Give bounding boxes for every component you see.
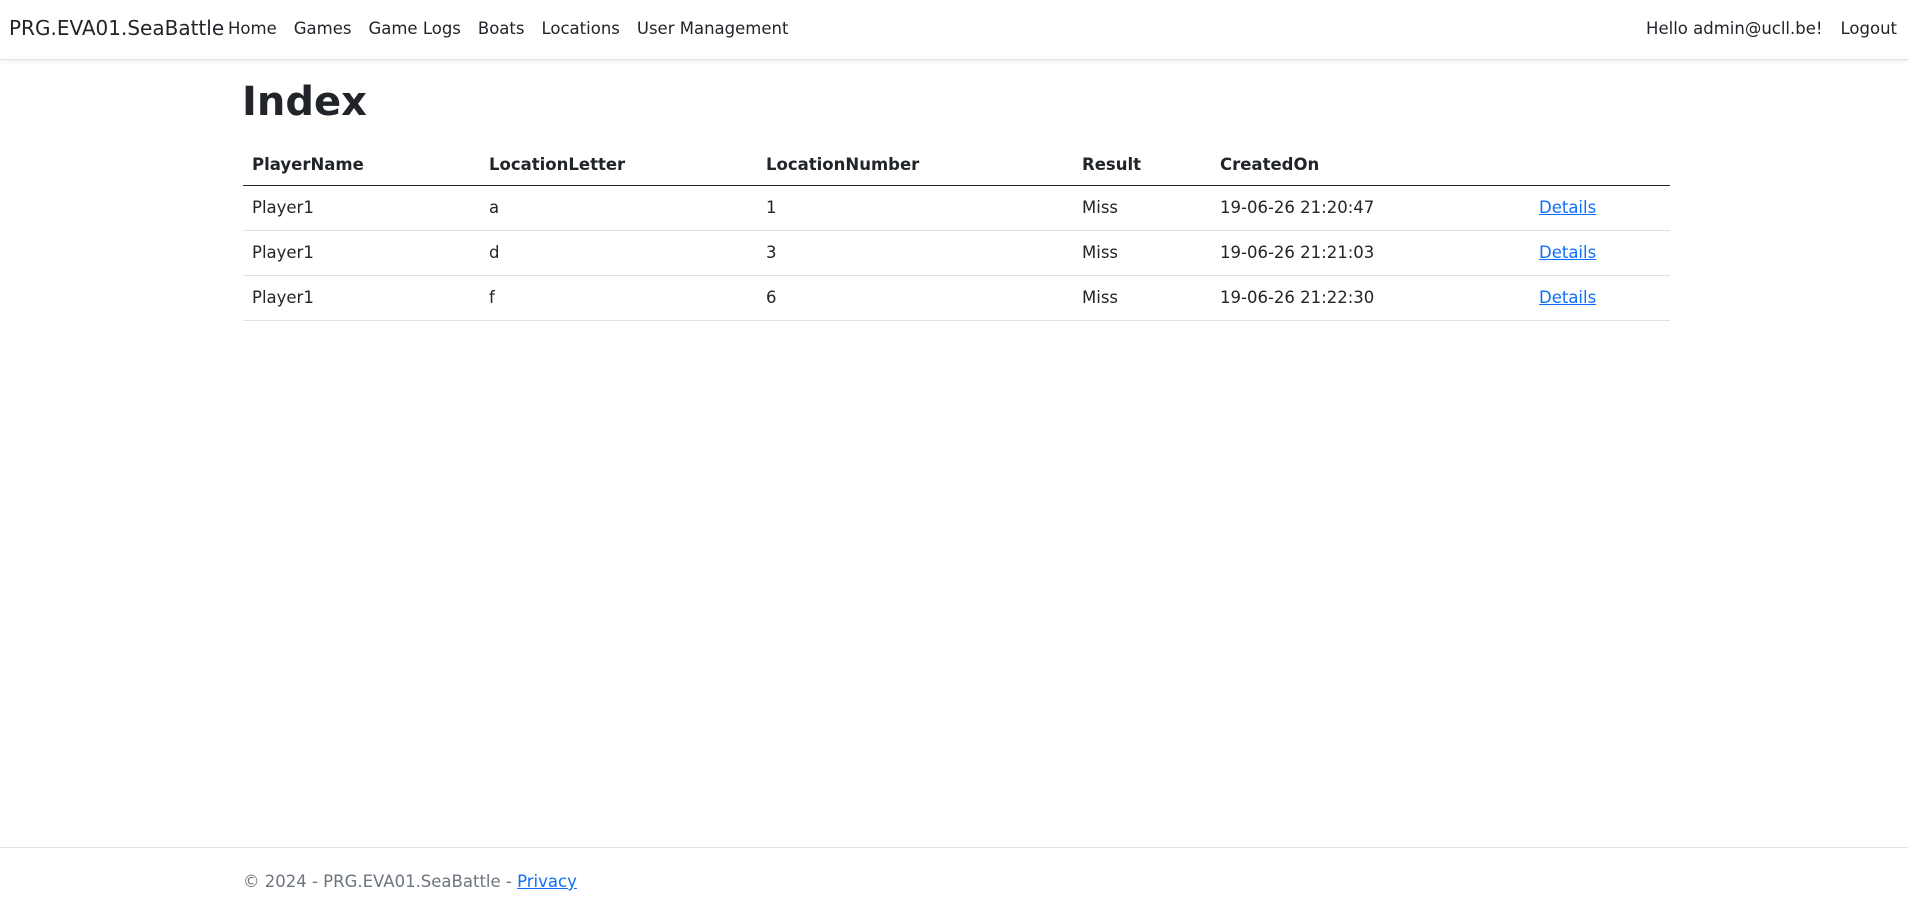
nav-game-logs[interactable]: Game Logs (368, 19, 460, 38)
nav-games[interactable]: Games (294, 19, 352, 38)
cell-result: Miss (1073, 230, 1211, 276)
details-link[interactable]: Details (1539, 198, 1596, 217)
main-nav: Home Games Game Logs Boats Locations Use… (228, 19, 805, 38)
cell-created-on: 19-06-26 21:22:30 (1211, 275, 1530, 321)
cell-location-letter: a (480, 185, 757, 231)
header-location-letter: LocationLetter (480, 145, 757, 186)
cell-player-name: Player1 (243, 185, 480, 231)
cell-location-number: 3 (757, 230, 1073, 276)
top-navbar: PRG.EVA01.SeaBattle Home Games Game Logs… (0, 0, 1908, 60)
nav-user-management[interactable]: User Management (637, 19, 789, 38)
header-location-number: LocationNumber (757, 145, 1073, 186)
nav-home[interactable]: Home (228, 19, 277, 38)
table-header-row: PlayerName LocationLetter LocationNumber… (243, 145, 1670, 186)
cell-actions: Details (1530, 230, 1670, 276)
details-link[interactable]: Details (1539, 243, 1596, 262)
game-logs-table: PlayerName LocationLetter LocationNumber… (243, 145, 1670, 321)
cell-result: Miss (1073, 275, 1211, 321)
header-player-name: PlayerName (243, 145, 480, 186)
footer-copyright: © 2024 - PRG.EVA01.SeaBattle - (243, 872, 518, 891)
cell-player-name: Player1 (243, 275, 480, 321)
cell-result: Miss (1073, 185, 1211, 231)
table-row: Player1 d 3 Miss 19-06-26 21:21:03 Detai… (243, 230, 1670, 276)
footer-text: © 2024 - PRG.EVA01.SeaBattle - Privacy (243, 872, 577, 891)
privacy-link[interactable]: Privacy (517, 872, 577, 891)
user-greeting-link[interactable]: Hello admin@ucll.be! (1646, 19, 1822, 38)
cell-player-name: Player1 (243, 230, 480, 276)
table-row: Player1 a 1 Miss 19-06-26 21:20:47 Detai… (243, 185, 1670, 231)
details-link[interactable]: Details (1539, 288, 1596, 307)
cell-created-on: 19-06-26 21:21:03 (1211, 230, 1530, 276)
cell-location-letter: d (480, 230, 757, 276)
brand-link[interactable]: PRG.EVA01.SeaBattle (9, 16, 224, 40)
header-result: Result (1073, 145, 1211, 186)
header-created-on: CreatedOn (1211, 145, 1530, 186)
cell-location-number: 6 (757, 275, 1073, 321)
account-nav: Hello admin@ucll.be! Logout (1646, 19, 1897, 38)
page-footer: © 2024 - PRG.EVA01.SeaBattle - Privacy (0, 847, 1908, 909)
nav-locations[interactable]: Locations (541, 19, 619, 38)
header-actions (1530, 145, 1670, 186)
cell-actions: Details (1530, 185, 1670, 231)
table-row: Player1 f 6 Miss 19-06-26 21:22:30 Detai… (243, 275, 1670, 321)
cell-location-letter: f (480, 275, 757, 321)
cell-created-on: 19-06-26 21:20:47 (1211, 185, 1530, 231)
nav-boats[interactable]: Boats (478, 19, 525, 38)
cell-location-number: 1 (757, 185, 1073, 231)
cell-actions: Details (1530, 275, 1670, 321)
logout-button[interactable]: Logout (1841, 19, 1898, 38)
page-title: Index (242, 79, 367, 125)
